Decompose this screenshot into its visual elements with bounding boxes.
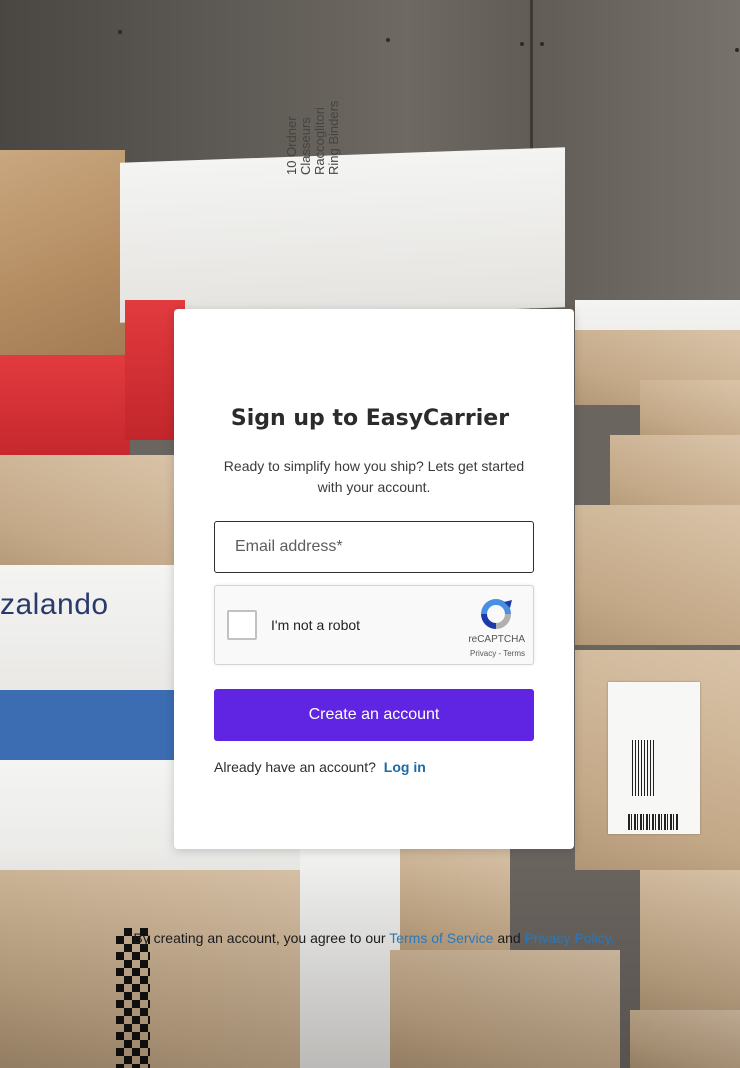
cardboard-box	[575, 505, 740, 645]
rivet	[386, 38, 390, 42]
rivet	[735, 48, 739, 52]
terms-conjunction: and	[493, 930, 525, 946]
recaptcha-widget: I'm not a robot reCAPTCHA Privacy - Term…	[214, 585, 534, 665]
page-subtitle: Ready to simplify how you ship? Lets get…	[223, 458, 525, 495]
login-link[interactable]: Log in	[384, 759, 426, 775]
email-field	[214, 521, 534, 573]
cardboard-box	[0, 455, 175, 575]
terms-of-service-link[interactable]: Terms of Service	[389, 930, 493, 946]
rivet	[540, 42, 544, 46]
box-print-ordner: 10 Ordner Classeurs Raccoglitori Ring Bi…	[284, 100, 341, 175]
recaptcha-brand: reCAPTCHA	[468, 634, 525, 645]
floor-shadow	[0, 848, 740, 1068]
privacy-policy-link[interactable]: Privacy Policy.	[525, 930, 615, 946]
email-input[interactable]	[215, 522, 533, 572]
create-account-button[interactable]: Create an account	[214, 689, 534, 741]
blue-box	[0, 690, 175, 760]
recaptcha-links: Privacy - Terms	[470, 649, 525, 658]
rivet	[118, 30, 122, 34]
login-prompt-text: Already have an account?	[214, 759, 376, 775]
cardboard-box	[0, 150, 125, 360]
recaptcha-icon	[481, 599, 512, 629]
page-title: Sign up to EasyCarrier	[230, 406, 510, 431]
recaptcha-terms-link[interactable]: Terms	[503, 649, 525, 658]
recaptcha-privacy-link[interactable]: Privacy	[470, 649, 496, 658]
box-print-zalando: zalando	[0, 588, 109, 621]
shipping-label	[608, 682, 700, 834]
terms-notice: By creating an account, you agree to our…	[0, 930, 740, 946]
rivet	[520, 42, 524, 46]
cardboard-box	[610, 435, 740, 515]
barcode	[628, 814, 678, 830]
recaptcha-label: I'm not a robot	[271, 617, 361, 633]
terms-prefix: By creating an account, you agree to our	[133, 930, 390, 946]
barcode	[632, 740, 654, 796]
login-prompt-row: Already have an account? Log in	[214, 759, 426, 775]
recaptcha-checkbox[interactable]	[227, 610, 257, 640]
